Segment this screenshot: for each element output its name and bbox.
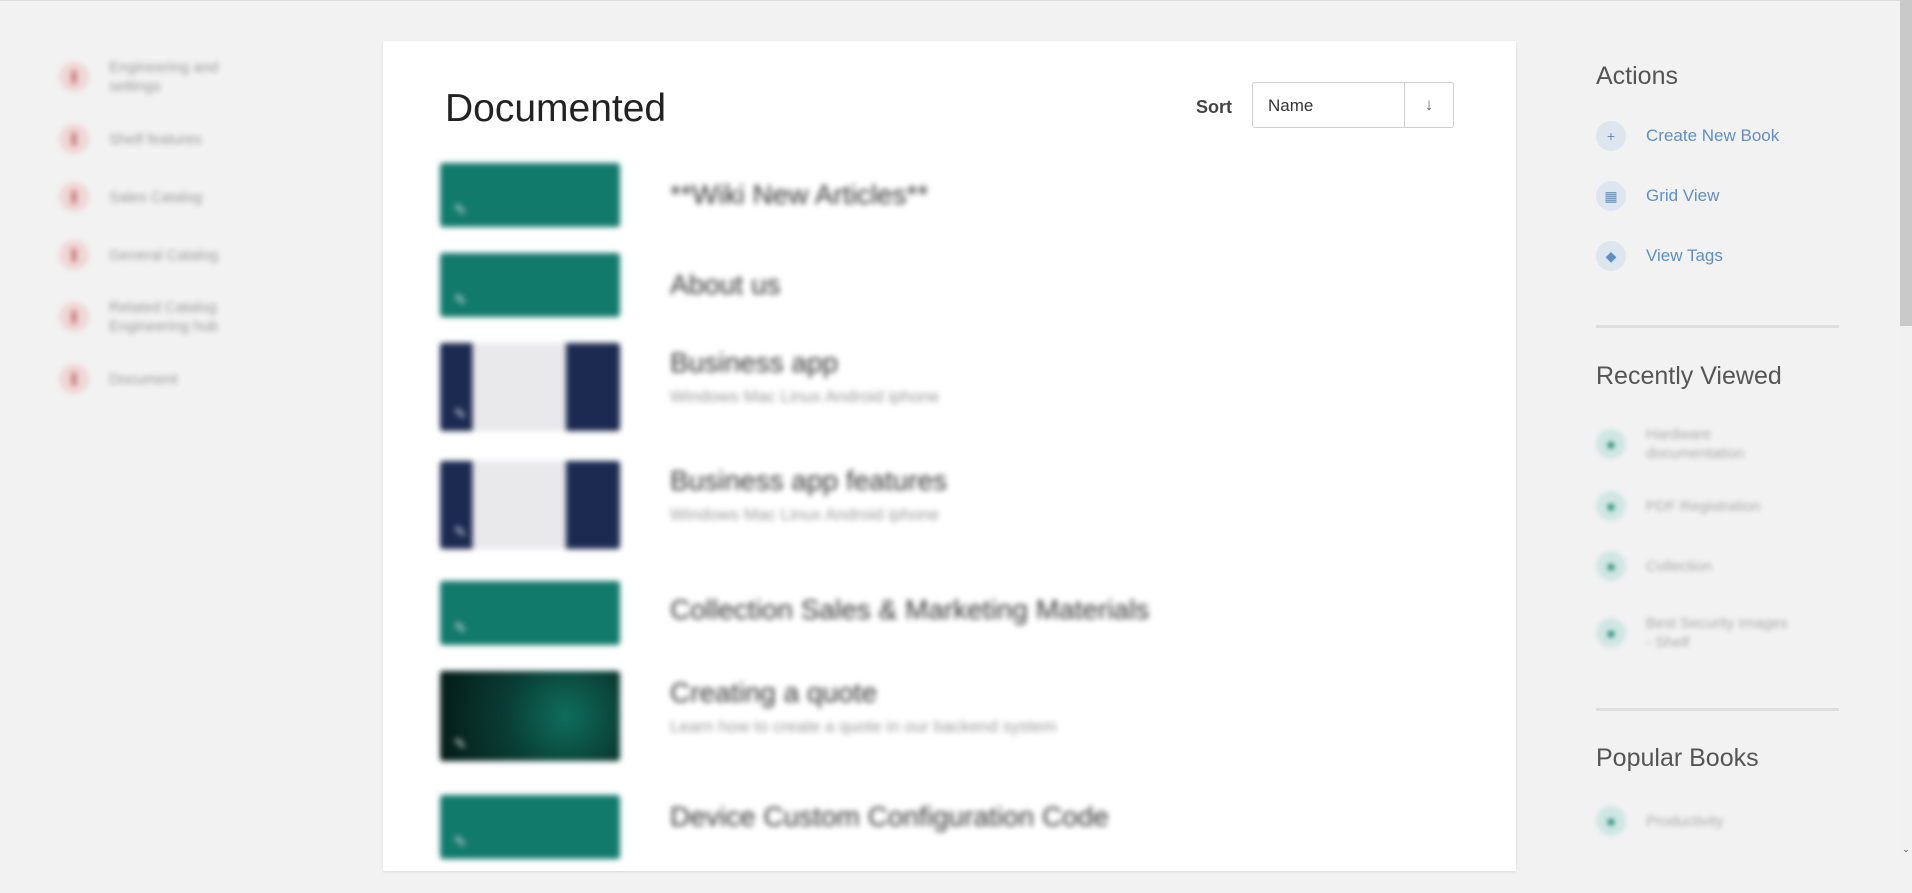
recent-book-item[interactable]: ■ Hardware documentation bbox=[1596, 425, 1796, 463]
scroll-down-icon[interactable]: ⌄ bbox=[1901, 844, 1911, 855]
recently-viewed-title: Recently Viewed bbox=[1596, 362, 1782, 390]
book-icon: ■ bbox=[1596, 429, 1626, 459]
plus-icon: + bbox=[1596, 121, 1626, 151]
shelves-sidebar: ⫼ Engineering and settings ⫼ Shelf featu… bbox=[59, 58, 289, 422]
shelf-item[interactable]: ⫼ General Catalog bbox=[59, 240, 289, 270]
book-icon: ■ bbox=[1596, 551, 1626, 581]
book-name: Device Custom Configuration Code bbox=[670, 801, 1109, 832]
book-thumbnail: ✎ bbox=[440, 343, 620, 431]
shelf-item[interactable]: ⫼ Shelf features bbox=[59, 124, 289, 154]
action-label: Grid View bbox=[1646, 186, 1720, 205]
recent-book-label: Collection bbox=[1646, 557, 1712, 575]
tag-icon: ◆ bbox=[1596, 241, 1626, 271]
recent-book-label: Best Security Images - Shelf bbox=[1646, 615, 1788, 651]
shelf-icon: ⫼ bbox=[59, 124, 89, 154]
top-border bbox=[0, 0, 1912, 1]
book-name: Collection Sales & Marketing Materials bbox=[670, 594, 1150, 625]
shelf-label: Shelf features bbox=[109, 130, 202, 148]
book-cover-icon: ✎ bbox=[454, 620, 467, 637]
book-item[interactable]: ✎ Creating a quote Learn how to create a… bbox=[440, 671, 1440, 801]
shelf-icon: ⫼ bbox=[59, 62, 89, 92]
action-label: View Tags bbox=[1646, 246, 1723, 265]
recent-book-item[interactable]: ■ Best Security Images - Shelf bbox=[1596, 614, 1796, 652]
book-thumbnail: ✎ bbox=[440, 163, 620, 227]
shelf-item[interactable]: ⫼ Document bbox=[59, 364, 289, 394]
book-cover-icon: ✎ bbox=[454, 202, 467, 219]
book-item[interactable]: ✎ **Wiki New Articles** bbox=[440, 163, 1440, 263]
recent-book-item[interactable]: ■ Collection bbox=[1596, 551, 1796, 581]
book-item[interactable]: ✎ Business app features Windows Mac Linu… bbox=[440, 461, 1440, 591]
scrollbar[interactable]: ⌄ bbox=[1900, 0, 1912, 857]
shelf-label: Engineering and settings bbox=[109, 59, 219, 95]
book-item[interactable]: ✎ Device Custom Configuration Code bbox=[440, 795, 1440, 893]
book-cover-icon: ✎ bbox=[454, 834, 467, 851]
book-cover-icon: ✎ bbox=[454, 736, 467, 753]
book-cover-icon: ✎ bbox=[454, 524, 467, 541]
book-cover-icon: ✎ bbox=[454, 292, 467, 309]
sort-direction-button[interactable]: ↓ bbox=[1404, 82, 1454, 128]
book-item[interactable]: ✎ About us bbox=[440, 253, 1440, 355]
book-icon: ■ bbox=[1596, 806, 1626, 836]
popular-books-title: Popular Books bbox=[1596, 744, 1759, 772]
book-thumbnail: ✎ bbox=[440, 253, 620, 317]
divider bbox=[1596, 325, 1839, 328]
book-thumbnail: ✎ bbox=[440, 671, 620, 761]
book-description: Windows Mac Linux Android iphone bbox=[670, 387, 940, 406]
book-description: Windows Mac Linux Android iphone bbox=[670, 505, 940, 524]
book-list: ✎ **Wiki New Articles** ✎ About us ✎ Bus… bbox=[440, 163, 1440, 893]
book-thumbnail: ✎ bbox=[440, 795, 620, 859]
recent-book-label: Hardware documentation bbox=[1646, 426, 1745, 462]
popular-book-label: Productivity bbox=[1646, 812, 1724, 830]
shelf-item[interactable]: ⫼ Sales Catalog bbox=[59, 182, 289, 212]
scrollbar-thumb[interactable] bbox=[1900, 0, 1912, 326]
popular-book-item[interactable]: ■ Productivity bbox=[1596, 806, 1796, 836]
shelf-icon: ⫼ bbox=[59, 364, 89, 394]
grid-view-button[interactable]: ▦ Grid View bbox=[1596, 181, 1719, 211]
shelf-icon: ⫼ bbox=[59, 302, 89, 332]
book-description: Learn how to create a quote in our backe… bbox=[670, 717, 1057, 736]
shelf-label: General Catalog bbox=[109, 246, 219, 264]
shelf-icon: ⫼ bbox=[59, 182, 89, 212]
sort-select[interactable]: Name bbox=[1252, 82, 1404, 128]
divider bbox=[1596, 708, 1839, 711]
view-tags-button[interactable]: ◆ View Tags bbox=[1596, 241, 1723, 271]
shelf-item[interactable]: ⫼ Engineering and settings bbox=[59, 58, 289, 96]
book-thumbnail: ✎ bbox=[440, 461, 620, 549]
book-thumbnail: ✎ bbox=[440, 581, 620, 645]
book-name: Business app bbox=[670, 347, 839, 378]
actions-title: Actions bbox=[1596, 62, 1678, 90]
recent-book-item[interactable]: ■ PDF Registration bbox=[1596, 491, 1796, 521]
book-name: Creating a quote bbox=[670, 677, 878, 708]
shelf-label: Related Catalog Engineering hub bbox=[109, 299, 219, 335]
shelf-icon: ⫼ bbox=[59, 240, 89, 270]
sort-label: Sort bbox=[1196, 97, 1232, 117]
book-icon: ■ bbox=[1596, 491, 1626, 521]
create-new-book-button[interactable]: + Create New Book bbox=[1596, 121, 1779, 151]
book-name: Business app features bbox=[670, 465, 948, 496]
grid-icon: ▦ bbox=[1596, 181, 1626, 211]
book-icon: ■ bbox=[1596, 618, 1626, 648]
arrow-down-icon: ↓ bbox=[1424, 95, 1434, 114]
action-label: Create New Book bbox=[1646, 126, 1780, 145]
shelf-item[interactable]: ⫼ Related Catalog Engineering hub bbox=[59, 298, 289, 336]
book-item[interactable]: ✎ Collection Sales & Marketing Materials bbox=[440, 581, 1440, 683]
books-card: Documented Sort Name ↓ ✎ **Wiki New Arti… bbox=[383, 41, 1516, 871]
shelf-label: Sales Catalog bbox=[109, 188, 203, 206]
book-item[interactable]: ✎ Business app Windows Mac Linux Android… bbox=[440, 343, 1440, 473]
book-name: About us bbox=[670, 269, 781, 300]
book-cover-icon: ✎ bbox=[454, 406, 467, 423]
shelf-label: Document bbox=[109, 370, 178, 388]
book-name: **Wiki New Articles** bbox=[670, 179, 929, 210]
recent-book-label: PDF Registration bbox=[1646, 497, 1761, 515]
page-title: Documented bbox=[445, 87, 667, 130]
